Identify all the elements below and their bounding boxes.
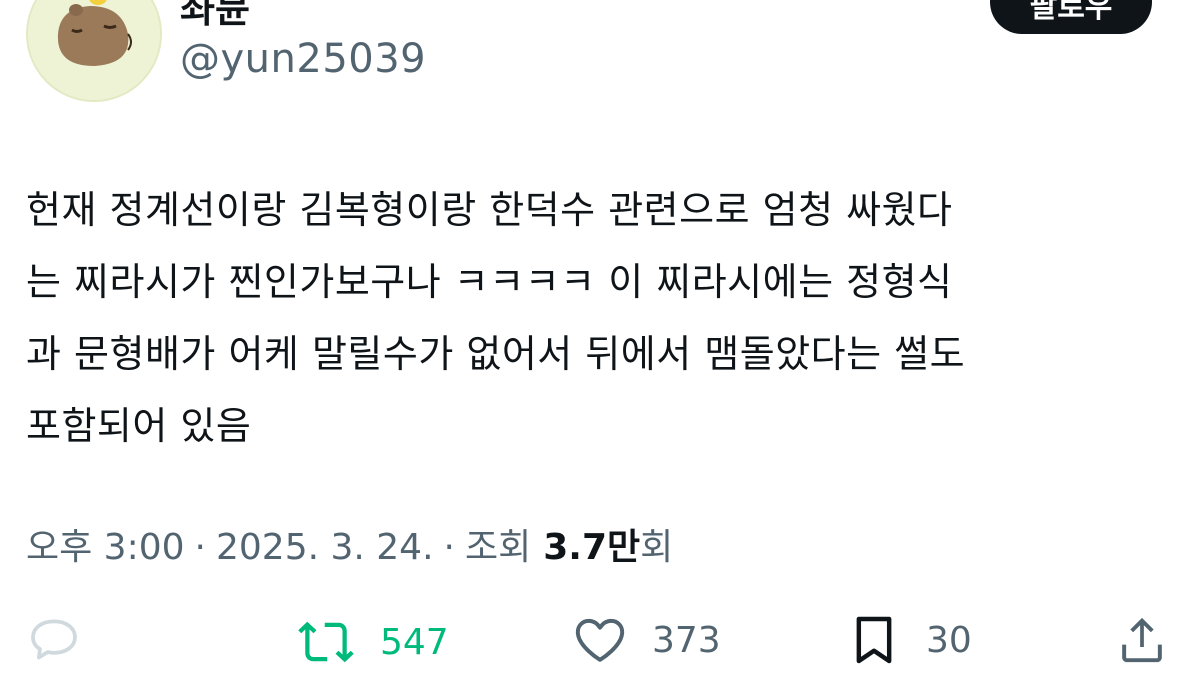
avatar[interactable] bbox=[26, 0, 162, 102]
tweet-text-line: 과 문형배가 어케 말릴수가 없어서 뒤에서 맴돌았다는 썰도 bbox=[26, 332, 966, 376]
user-handle[interactable]: @yun25039 bbox=[180, 36, 426, 82]
capybara-avatar-icon bbox=[28, 0, 160, 100]
tweet-time[interactable]: 오후 3:00 bbox=[26, 518, 185, 570]
meta-separator: · bbox=[443, 527, 455, 568]
meta-separator: · bbox=[194, 527, 206, 568]
tweet-meta: 오후 3:00 · 2025. 3. 24. · 조회 3.7 만 회 bbox=[26, 518, 673, 570]
tweet-date[interactable]: 2025. 3. 24. bbox=[216, 527, 434, 568]
bookmark-outline-icon bbox=[856, 616, 892, 664]
speech-bubble-icon bbox=[31, 619, 77, 660]
retweet-button[interactable]: 547 bbox=[296, 612, 449, 672]
action-bar: 547 373 30 bbox=[0, 600, 1200, 676]
heart-outline-icon bbox=[575, 618, 625, 662]
share-button[interactable] bbox=[1114, 612, 1170, 668]
bookmark-button[interactable]: 30 bbox=[846, 612, 972, 668]
views-count: 3.7 bbox=[543, 527, 608, 568]
views-suffix: 회 bbox=[640, 527, 674, 568]
retweet-arrows-icon bbox=[298, 621, 354, 663]
follow-button[interactable]: 팔로우 bbox=[990, 0, 1152, 34]
like-count: 373 bbox=[652, 619, 721, 661]
display-name[interactable]: 좌뮨 bbox=[180, 0, 250, 33]
views-label: 조회 bbox=[464, 527, 532, 568]
tweet-text-line: 헌재 정계선이랑 김복형이랑 한덕수 관련으로 엄청 싸웠다 bbox=[26, 188, 953, 232]
tweet-text-line: 포함되어 있음 bbox=[26, 404, 252, 448]
tweet-text-line: 는 찌라시가 찐인가보구나 ㅋㅋㅋㅋ 이 찌라시에는 정형식 bbox=[26, 260, 953, 304]
views-unit: 만 bbox=[607, 527, 641, 568]
share-upload-icon bbox=[1122, 617, 1162, 663]
like-button[interactable]: 373 bbox=[572, 612, 721, 668]
tweet-detail: 좌뮨 @yun25039 팔로우 헌재 정계선이랑 김복형이랑 한덕수 관련으로… bbox=[0, 0, 1200, 676]
tweet-text: 헌재 정계선이랑 김복형이랑 한덕수 관련으로 엄청 싸웠다 는 찌라시가 찐인… bbox=[26, 174, 1166, 462]
bookmark-count: 30 bbox=[926, 619, 972, 661]
reply-button[interactable] bbox=[26, 612, 82, 668]
retweet-count: 547 bbox=[380, 621, 449, 663]
